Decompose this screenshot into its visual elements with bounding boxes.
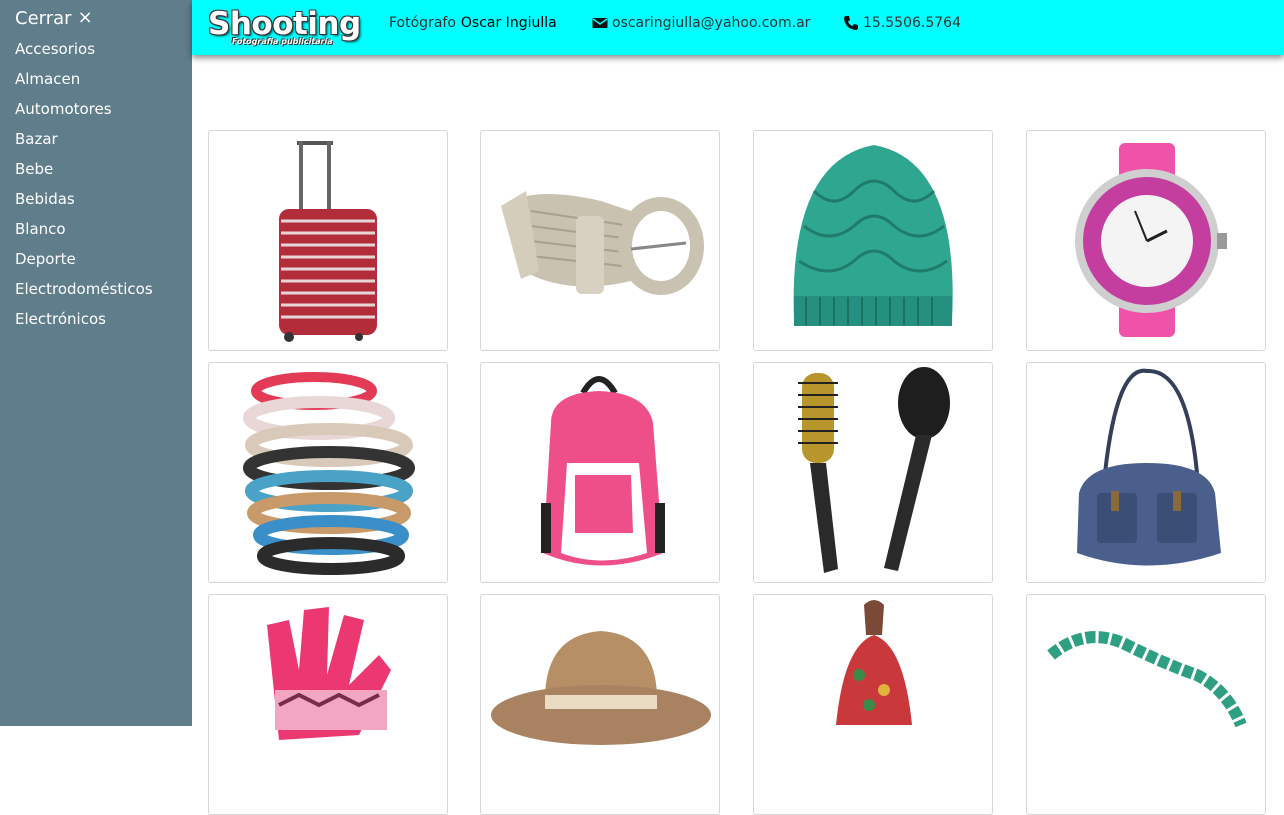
- bangles-image: [243, 372, 415, 575]
- sidebar-item-bebe[interactable]: Bebe: [0, 156, 192, 186]
- sidebar-item-electrodomesticos[interactable]: Electrodomésticos: [0, 276, 192, 306]
- sidebar-item-automotores[interactable]: Automotores: [0, 96, 192, 126]
- sidebar-item-electronicos[interactable]: Electrónicos: [0, 306, 192, 336]
- product-card-hat[interactable]: [480, 594, 720, 815]
- logo-text: Shooting: [208, 6, 361, 42]
- top-header: Shooting Fotografia publicitaria Fotógra…: [192, 0, 1284, 55]
- phone-contact[interactable]: 15.5506.5764: [843, 14, 961, 32]
- sidebar-close-button[interactable]: Cerrar ×: [0, 0, 192, 36]
- photographer-label: Fotógrafo: [389, 15, 456, 31]
- backpack-image: [541, 376, 665, 566]
- photographer-info: Fotógrafo Oscar Ingiulla: [389, 14, 557, 32]
- product-card-denim-handbag[interactable]: [1026, 362, 1266, 583]
- envelope-icon: [592, 15, 608, 31]
- denim-handbag-image: [1077, 368, 1221, 566]
- product-card-watch[interactable]: [1026, 130, 1266, 351]
- sidebar-item-blanco[interactable]: Blanco: [0, 216, 192, 246]
- belt-image: [501, 191, 704, 295]
- sidebar-item-almacen[interactable]: Almacen: [0, 66, 192, 96]
- product-card-hairbrushes[interactable]: [753, 362, 993, 583]
- sidebar-item-bebidas[interactable]: Bebidas: [0, 186, 192, 216]
- category-menu: Accesorios Almacen Automotores Bazar Beb…: [0, 36, 192, 336]
- sidebar-item-accesorios[interactable]: Accesorios: [0, 36, 192, 66]
- phone-icon: [843, 15, 859, 31]
- product-card-bead-necklace[interactable]: [1026, 594, 1266, 815]
- beanie-image: [793, 145, 953, 326]
- product-card-backpack[interactable]: [480, 362, 720, 583]
- gloves-image: [267, 607, 391, 740]
- email-text: oscaringiulla@yahoo.com.ar: [612, 15, 811, 31]
- suitcase-image: [279, 141, 377, 342]
- close-icon: ×: [77, 7, 93, 28]
- sidebar: Cerrar × Accesorios Almacen Automotores …: [0, 0, 192, 726]
- sidebar-close-label: Cerrar: [15, 7, 72, 29]
- shooting-logo[interactable]: Shooting Fotografia publicitaria: [208, 6, 361, 50]
- scarf-bag-image: [836, 600, 912, 725]
- product-card-beanie[interactable]: [753, 130, 993, 351]
- logo-subtext: Fotografia publicitaria: [232, 37, 333, 46]
- bead-necklace-image: [1047, 631, 1247, 728]
- product-card-suitcase[interactable]: [208, 130, 448, 351]
- product-card-scarf-bag[interactable]: [753, 594, 993, 815]
- product-card-bangles[interactable]: [208, 362, 448, 583]
- phone-text: 15.5506.5764: [863, 15, 961, 31]
- photographer-name: Oscar Ingiulla: [460, 15, 557, 31]
- watch-image: [1075, 143, 1227, 337]
- hat-image: [491, 631, 711, 745]
- hairbrushes-image: [798, 367, 950, 573]
- product-card-belt[interactable]: [480, 130, 720, 351]
- product-card-gloves[interactable]: [208, 594, 448, 815]
- sidebar-item-bazar[interactable]: Bazar: [0, 126, 192, 156]
- email-contact[interactable]: oscaringiulla@yahoo.com.ar: [592, 14, 810, 32]
- sidebar-item-deporte[interactable]: Deporte: [0, 246, 192, 276]
